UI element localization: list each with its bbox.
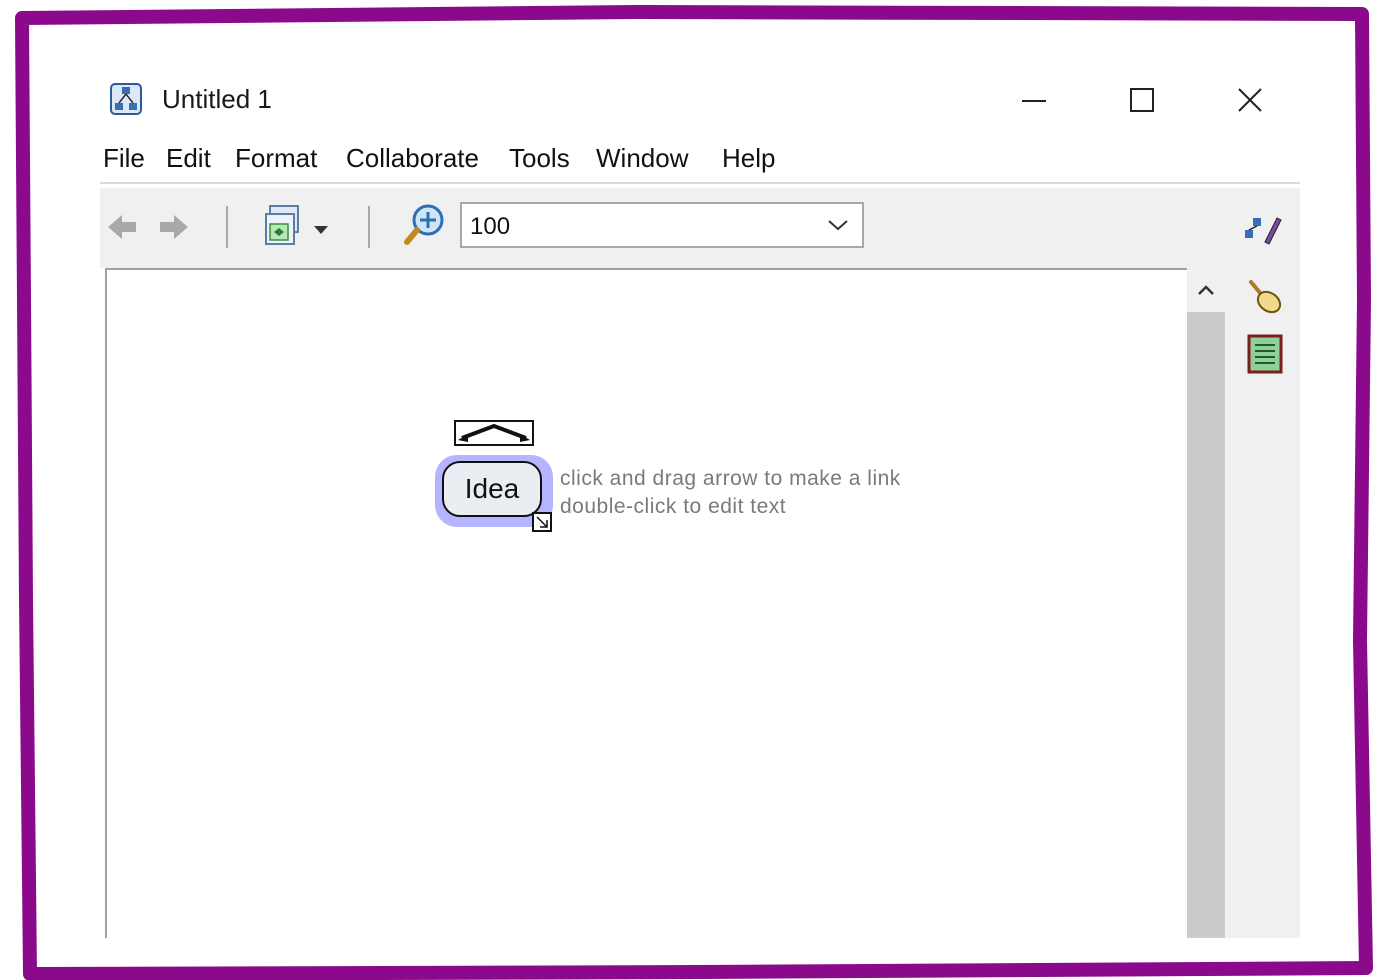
toolbar: 100 xyxy=(100,188,1300,268)
zoom-combobox[interactable]: 100 xyxy=(460,202,864,248)
vertical-scrollbar[interactable] xyxy=(1187,268,1225,938)
forward-arrow-icon[interactable] xyxy=(156,212,190,247)
maximize-button[interactable] xyxy=(1112,78,1172,122)
chevron-down-icon[interactable] xyxy=(826,212,850,236)
map-canvas[interactable] xyxy=(105,268,1189,938)
zoom-value: 100 xyxy=(470,213,511,240)
scroll-up-icon[interactable] xyxy=(1187,268,1225,312)
hint-text-link: click and drag arrow to make a link xyxy=(560,467,901,490)
side-tool-panel xyxy=(1225,188,1300,938)
toolbar-separator xyxy=(226,206,228,248)
link-arrow-handle[interactable] xyxy=(454,420,534,446)
concept-node-label[interactable]: Idea xyxy=(442,461,542,517)
brush-icon[interactable] xyxy=(1245,278,1285,321)
minimize-button[interactable] xyxy=(1004,78,1064,122)
close-button[interactable] xyxy=(1220,78,1280,122)
style-edit-icon[interactable] xyxy=(1243,212,1283,251)
toolbar-separator xyxy=(368,206,370,248)
hint-text-edit: double-click to edit text xyxy=(560,495,787,518)
zoom-in-icon[interactable] xyxy=(404,202,450,253)
menu-window[interactable]: Window xyxy=(596,143,688,174)
app-window: Untitled 1 File Edit Format Collaborate … xyxy=(100,70,1300,938)
window-title: Untitled 1 xyxy=(162,84,272,114)
menu-bar: File Edit Format Collaborate Tools Windo… xyxy=(100,140,1300,184)
menu-help[interactable]: Help xyxy=(722,143,775,174)
menu-format[interactable]: Format xyxy=(235,143,317,174)
menu-file[interactable]: File xyxy=(103,143,145,174)
concept-map-icon xyxy=(110,83,142,115)
menu-collaborate[interactable]: Collaborate xyxy=(346,143,479,174)
resize-handle-icon[interactable] xyxy=(532,512,552,532)
title-bar: Untitled 1 xyxy=(100,70,1300,130)
menu-edit[interactable]: Edit xyxy=(166,143,211,174)
info-panel-icon[interactable] xyxy=(1247,334,1283,379)
back-arrow-icon[interactable] xyxy=(106,212,140,247)
views-icon[interactable] xyxy=(262,204,338,255)
menu-tools[interactable]: Tools xyxy=(509,143,570,174)
